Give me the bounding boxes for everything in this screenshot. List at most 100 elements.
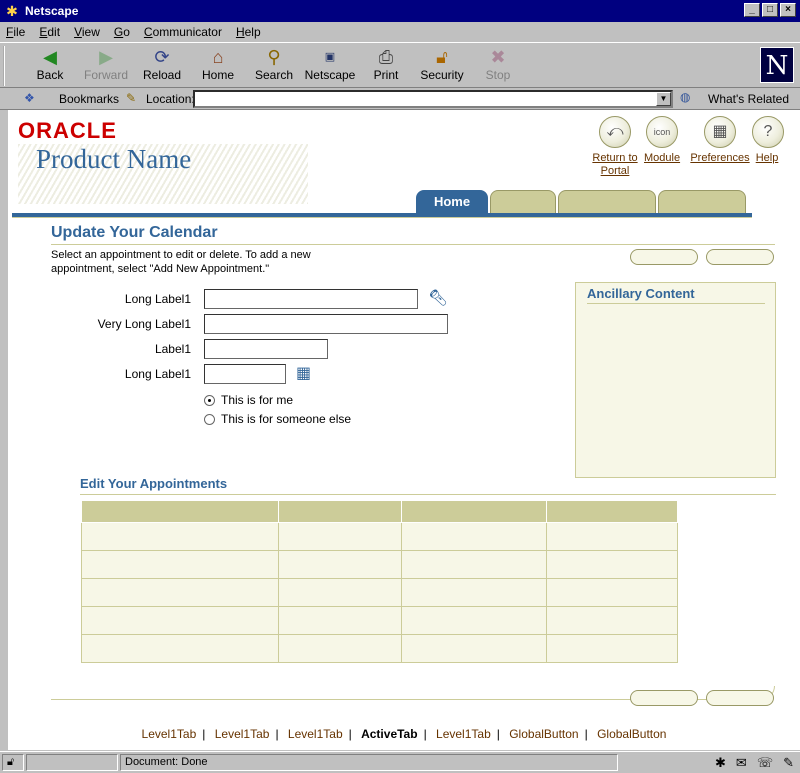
chevron-down-icon[interactable]: ▼ (656, 92, 671, 106)
label-input[interactable] (204, 339, 328, 359)
navigator-icon[interactable]: ✱ (715, 755, 726, 771)
footer-link-level1tab[interactable]: Level1Tab (288, 727, 343, 741)
progress-cell (26, 754, 118, 771)
appointments-title: Edit Your Appointments (80, 476, 228, 491)
footer-link-level1tab[interactable]: Level1Tab (215, 727, 270, 741)
home-button[interactable]: ⌂ Home (190, 46, 246, 86)
table-cell (401, 522, 547, 551)
table-row[interactable] (81, 550, 678, 579)
help-icon: ? (752, 116, 784, 148)
table-cell (81, 634, 279, 663)
netscape-button[interactable]: ▣ Netscape (302, 46, 358, 86)
stop-button[interactable]: ✖ Stop (470, 46, 526, 86)
bottom-button-1[interactable] (630, 690, 698, 706)
global-preferences[interactable]: ▦ Preferences (688, 116, 752, 164)
table-cell (81, 578, 279, 607)
table-cell (546, 578, 678, 607)
label-very-long: Very Long Label1 (97, 317, 191, 331)
print-button[interactable]: ⎙ Print (358, 46, 414, 86)
table-cell (546, 634, 678, 663)
radio-for-someone-else[interactable]: This is for someone else (204, 412, 351, 426)
table-cell (401, 634, 547, 663)
tab-bar: Home (416, 190, 746, 213)
menu-file[interactable]: File (6, 25, 25, 39)
close-button[interactable]: × (780, 3, 796, 17)
long-label-input[interactable] (204, 289, 418, 309)
netscape-logo-icon: N (760, 47, 794, 83)
table-cell (401, 550, 547, 579)
tab-home[interactable]: Home (416, 190, 488, 213)
groups-icon[interactable]: ☏ (757, 755, 773, 771)
composer-icon[interactable]: ✎ (783, 755, 794, 771)
location-icon: ✎ (126, 91, 137, 105)
tab-4[interactable] (658, 190, 746, 213)
bottom-button-2[interactable] (706, 690, 774, 706)
label-short: Label1 (154, 342, 191, 356)
table-row[interactable] (81, 606, 678, 635)
preferences-icon: ▦ (704, 116, 736, 148)
global-help[interactable]: ? Help (752, 116, 784, 164)
navigation-toolbar: ◀ Back ▶ Forward ⟳ Reload ⌂ Home ⚲ Searc… (0, 42, 800, 88)
tab-3[interactable] (558, 190, 656, 213)
tab-underline-light (12, 217, 752, 218)
table-cell (278, 606, 402, 635)
component-bar: ✱ ✉ ☏ ✎ (715, 755, 794, 771)
table-cell (278, 634, 402, 663)
ancillary-content-box: Ancillary Content (575, 282, 776, 478)
footer-link-globalbutton[interactable]: GlobalButton (509, 727, 578, 741)
menu-edit[interactable]: Edit (39, 25, 60, 39)
toolbar-grip[interactable] (3, 46, 9, 86)
tab-2[interactable] (490, 190, 556, 213)
back-button[interactable]: ◀ Back (22, 46, 78, 86)
table-row[interactable] (81, 634, 678, 663)
mail-icon[interactable]: ✉ (736, 755, 747, 771)
ancillary-divider (587, 303, 765, 304)
home-icon: ⌂ (212, 47, 224, 67)
menu-go[interactable]: Go (114, 25, 130, 39)
ancillary-title: Ancillary Content (587, 286, 695, 301)
global-module[interactable]: icon Module (644, 116, 680, 164)
global-return-to-portal[interactable]: ⤺ Return to Portal (590, 116, 640, 178)
back-arrow-icon: ◀ (43, 47, 57, 67)
calendar-icon[interactable]: ▦ (296, 363, 311, 383)
reload-button[interactable]: ⟳ Reload (134, 46, 190, 86)
title-divider (51, 244, 775, 245)
date-input[interactable] (204, 364, 286, 384)
table-cell (401, 606, 547, 635)
maximize-button[interactable]: □ (762, 3, 778, 17)
table-header-cell (546, 500, 678, 523)
flashlight-search-icon[interactable]: 🔦︎ (428, 288, 448, 308)
label-long-2: Long Label1 (124, 367, 191, 381)
location-input[interactable]: ▼ (193, 90, 673, 108)
security-status-icon[interactable]: 🔓︎ (2, 754, 24, 771)
page-title: Update Your Calendar (51, 224, 218, 241)
minimize-button[interactable]: _ (744, 3, 760, 17)
search-button[interactable]: ⚲ Search (246, 46, 302, 86)
radio-for-me[interactable]: This is for me (204, 393, 293, 407)
menu-bar: File Edit View Go Communicator Help (0, 22, 800, 42)
forward-button[interactable]: ▶ Forward (78, 46, 134, 86)
footer-link-level1tab[interactable]: Level1Tab (142, 727, 197, 741)
menu-help[interactable]: Help (236, 25, 261, 39)
status-bar: 🔓︎ Document: Done ✱ ✉ ☏ ✎ (0, 751, 800, 773)
table-cell (546, 606, 678, 635)
top-button-1[interactable] (630, 249, 698, 265)
table-header-row (81, 500, 678, 523)
page-instructions: Select an appointment to edit or delete.… (51, 249, 311, 275)
whats-related-button[interactable]: What's Related (708, 92, 789, 106)
footer-link-globalbutton[interactable]: GlobalButton (597, 727, 666, 741)
label-long-1: Long Label1 (124, 292, 191, 306)
title-bar: ✱ Netscape _ □ × (0, 0, 800, 22)
top-button-2[interactable] (706, 249, 774, 265)
appointments-divider (80, 494, 776, 495)
table-row[interactable] (81, 578, 678, 607)
lock-icon: 🔓︎ (436, 47, 448, 67)
table-row[interactable] (81, 522, 678, 551)
very-long-label-input[interactable] (204, 314, 448, 334)
security-button[interactable]: 🔓︎ Security (414, 46, 470, 86)
footer-link-level1tab[interactable]: Level1Tab (436, 727, 491, 741)
search-icon: ⚲ (267, 47, 281, 67)
bookmarks-button[interactable]: Bookmarks (59, 92, 119, 106)
menu-communicator[interactable]: Communicator (144, 25, 222, 39)
menu-view[interactable]: View (74, 25, 100, 39)
